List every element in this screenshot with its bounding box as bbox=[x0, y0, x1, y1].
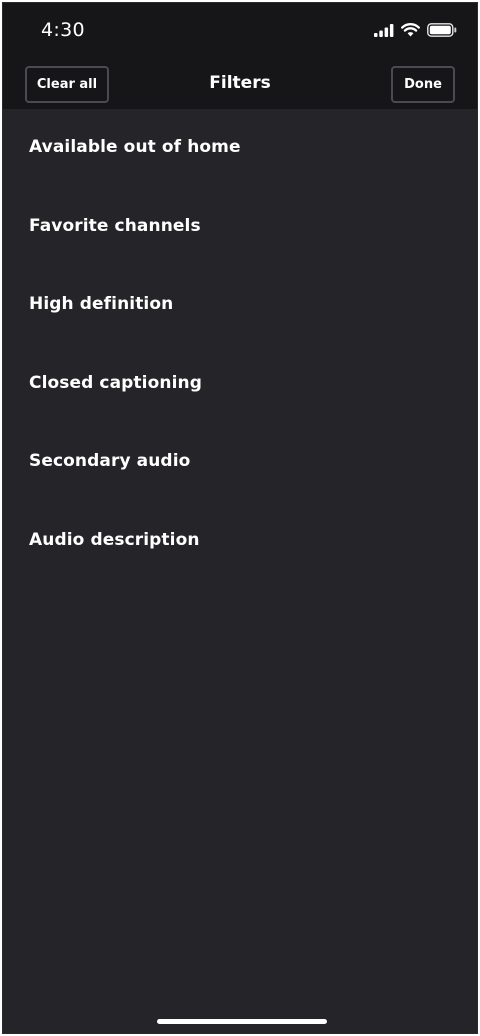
filters-screen: 4:30 Clear all Filters Done Available ou… bbox=[2, 2, 478, 1034]
filter-label: Closed captioning bbox=[29, 372, 202, 393]
status-time: 4:30 bbox=[41, 19, 85, 41]
battery-icon bbox=[427, 23, 457, 37]
filter-item-high-definition[interactable]: High definition bbox=[3, 266, 477, 345]
filter-label: High definition bbox=[29, 294, 174, 314]
filter-label: Available out of home bbox=[29, 137, 241, 157]
home-indicator[interactable] bbox=[157, 1019, 327, 1024]
filter-item-secondary-audio[interactable]: Secondary audio bbox=[3, 423, 477, 502]
filter-label: Secondary audio bbox=[29, 451, 191, 471]
top-bar: 4:30 Clear all Filters Done bbox=[3, 3, 477, 109]
filter-label: Audio description bbox=[29, 529, 200, 550]
status-icons bbox=[374, 23, 457, 37]
filter-item-audio-description[interactable]: Audio description bbox=[3, 502, 477, 581]
filter-item-closed-captioning[interactable]: Closed captioning bbox=[3, 345, 477, 424]
wifi-icon bbox=[401, 23, 420, 37]
cellular-signal-icon bbox=[374, 23, 394, 37]
filter-item-favorite-channels[interactable]: Favorite channels bbox=[3, 188, 477, 267]
filter-item-available-out-of-home[interactable]: Available out of home bbox=[3, 109, 477, 188]
filter-label: Favorite channels bbox=[29, 215, 201, 236]
done-button[interactable]: Done bbox=[391, 66, 455, 103]
filter-list: Available out of home Favorite channels … bbox=[3, 109, 477, 580]
